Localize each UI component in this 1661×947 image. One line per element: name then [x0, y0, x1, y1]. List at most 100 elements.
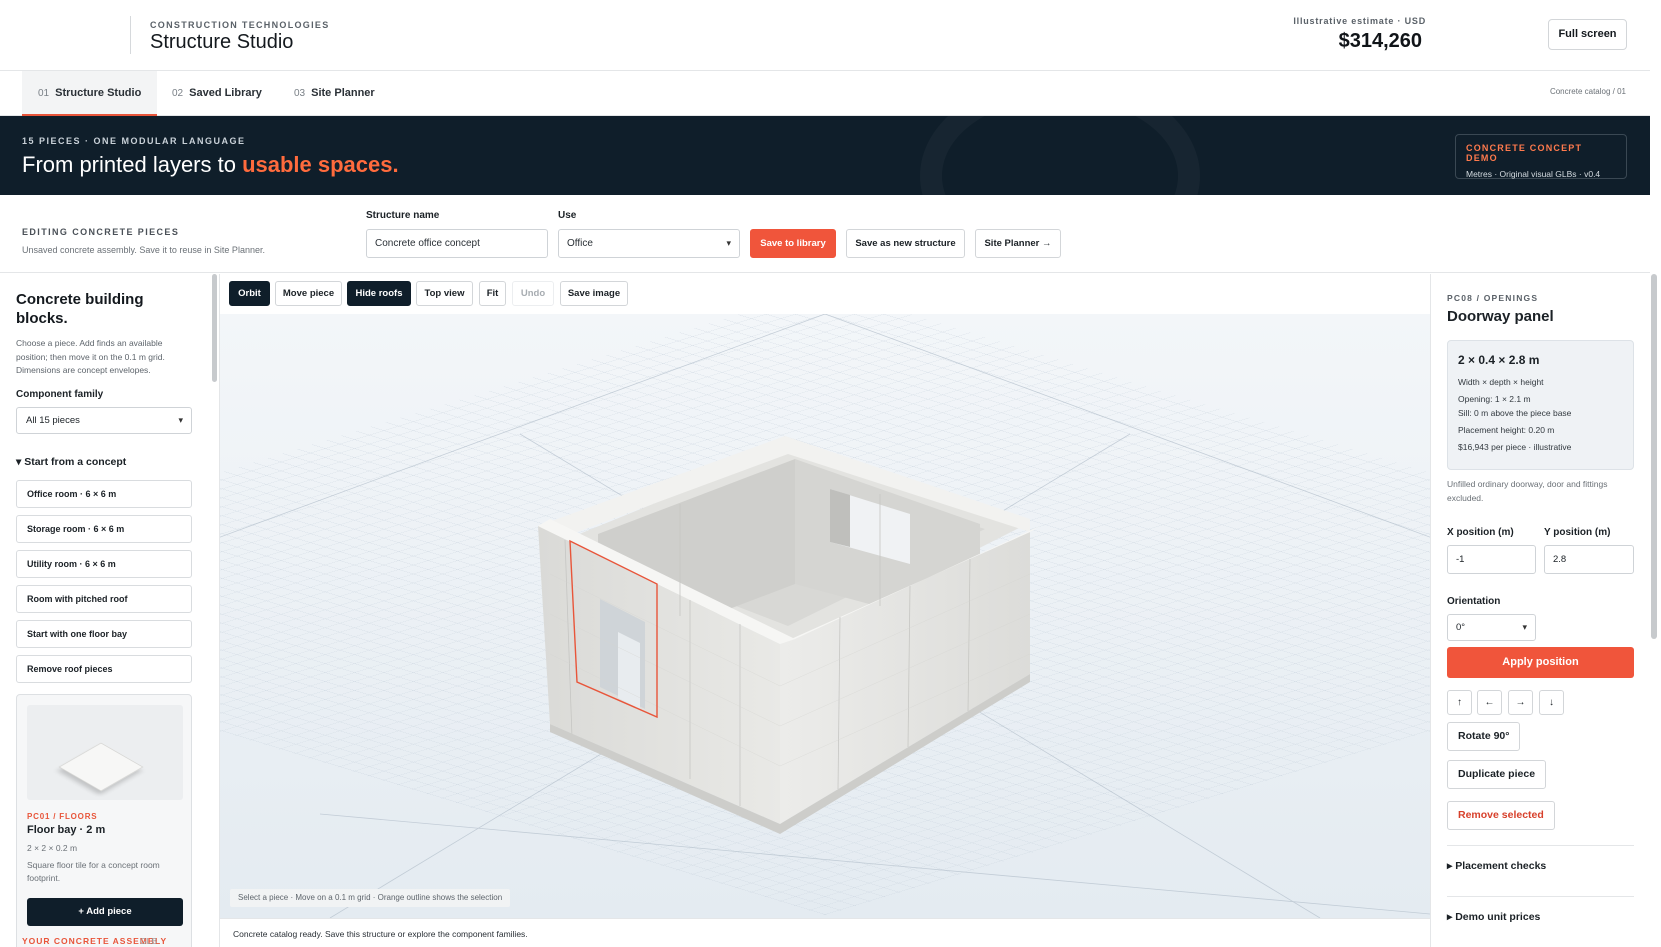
sidebar-scrollbar[interactable] — [212, 274, 217, 382]
divider — [1447, 896, 1634, 897]
edit-status: Unsaved concrete assembly. Save it to re… — [22, 245, 265, 255]
inspector-note: Unfilled ordinary doorway, door and fitt… — [1447, 479, 1608, 503]
nudge-right-icon[interactable]: → — [1508, 690, 1533, 715]
sidebar-title: Concrete building blocks. — [16, 291, 144, 327]
x-position-label: X position (m) — [1447, 527, 1514, 538]
save-to-library-button[interactable]: Save to library — [750, 229, 836, 258]
orientation-label: Orientation — [1447, 596, 1501, 607]
save-as-new-button[interactable]: Save as new structure — [846, 229, 965, 258]
nudge-down-icon[interactable]: ↓ — [1539, 690, 1564, 715]
tab-label: Structure Studio — [55, 87, 142, 99]
apply-position-button[interactable]: Apply position — [1447, 647, 1634, 678]
component-family-label: Component family — [16, 389, 104, 400]
top-bar: CONSTRUCTION TECHNOLOGIES Structure Stud… — [0, 0, 1650, 71]
spec-dimensions: 2 × 0.4 × 2.8 m — [1458, 353, 1540, 367]
fullscreen-button[interactable]: Full screen — [1548, 19, 1627, 50]
hero-title: From printed layers to usable spaces. — [22, 152, 399, 178]
concept-office-room[interactable]: Office room · 6 × 6 m — [16, 480, 192, 508]
app-title: Structure Studio — [150, 31, 294, 53]
piece-description: Square floor tile for a concept room foo… — [27, 860, 160, 883]
tab-number: 03 — [294, 88, 306, 99]
hero-title-accent: usable spaces. — [242, 152, 399, 177]
brand-divider — [130, 16, 131, 54]
concept-pitched-roof[interactable]: Room with pitched roof — [16, 585, 192, 613]
piece-dimensions: 2 × 2 × 0.2 m — [27, 843, 78, 853]
concept-utility-room[interactable]: Utility room · 6 × 6 m — [16, 550, 192, 578]
component-family-value: All 15 pieces — [26, 415, 80, 426]
tab-structure-studio[interactable]: 01 Structure Studio — [22, 71, 158, 116]
concept-one-floor-bay[interactable]: Start with one floor bay — [16, 620, 192, 648]
x-position-input[interactable]: -1 — [1447, 545, 1536, 574]
spec-line: Sill: 0 m above the piece base — [1458, 408, 1572, 418]
y-position-label: Y position (m) — [1544, 527, 1611, 538]
hide-roofs-button[interactable]: Hide roofs — [347, 281, 411, 306]
move-piece-button[interactable]: Move piece — [275, 281, 342, 306]
piece-card: PC01 / FLOORS Floor bay · 2 m 2 × 2 × 0.… — [16, 694, 192, 947]
demo-badge: CONCRETE CONCEPT DEMO Metres · Original … — [1455, 134, 1627, 179]
piece-title: Floor bay · 2 m — [27, 824, 106, 836]
use-select[interactable]: Office ▾ — [558, 229, 740, 258]
tab-site-planner[interactable]: 03 Site Planner — [294, 71, 375, 116]
save-image-button[interactable]: Save image — [560, 281, 628, 306]
edit-bar: EDITING CONCRETE PIECES Unsaved concrete… — [0, 195, 1650, 273]
status-bar: Concrete catalog ready. Save this struct… — [220, 918, 1430, 947]
duplicate-piece-button[interactable]: Duplicate piece — [1447, 760, 1547, 789]
hero-ring-decoration — [920, 116, 1200, 195]
orientation-value: 0° — [1456, 622, 1466, 633]
orientation-select[interactable]: 0° ▾ — [1447, 614, 1536, 641]
inspector-category: PC08 / OPENINGS — [1447, 293, 1539, 303]
assembly-footer-glb: GLB — [140, 936, 158, 946]
nudge-left-icon[interactable]: ← — [1477, 690, 1502, 715]
fit-button[interactable]: Fit — [479, 281, 506, 306]
spec-line: Opening: 1 × 2.1 m — [1458, 394, 1531, 404]
component-family-select[interactable]: All 15 pieces ▾ — [16, 407, 192, 434]
undo-button[interactable]: Undo — [512, 281, 554, 306]
3d-viewport[interactable] — [220, 314, 1430, 918]
inspector-scrollbar[interactable] — [1651, 274, 1657, 639]
hero-banner: 15 PIECES · ONE MODULAR LANGUAGE From pr… — [0, 116, 1650, 195]
add-piece-button[interactable]: + Add piece — [27, 898, 183, 926]
y-position-input[interactable]: 2.8 — [1544, 545, 1634, 574]
structure-name-label: Structure name — [366, 210, 440, 221]
brand-eyebrow: CONSTRUCTION TECHNOLOGIES — [150, 20, 330, 30]
demo-badge-subtitle: Metres · Original visual GLBs · v0.4 — [1466, 169, 1601, 179]
inspector-panel: PC08 / OPENINGS Doorway panel 2 × 0.4 × … — [1430, 274, 1650, 947]
sidebar-description: Choose a piece. Add finds an available p… — [16, 338, 165, 375]
spec-line: Placement height: 0.20 m — [1458, 425, 1555, 435]
tab-number: 02 — [172, 88, 184, 99]
spec-box: 2 × 0.4 × 2.8 m Width × depth × height O… — [1447, 340, 1634, 470]
viewport-scene[interactable] — [220, 314, 1430, 918]
top-view-button[interactable]: Top view — [416, 281, 473, 306]
floor-bay-preview-image — [27, 705, 183, 800]
concept-remove-roof[interactable]: Remove roof pieces — [16, 655, 192, 683]
divider — [1447, 845, 1634, 846]
viewport-hint: Select a piece · Move on a 0.1 m grid · … — [230, 889, 511, 907]
concept-storage-room[interactable]: Storage room · 6 × 6 m — [16, 515, 192, 543]
demo-unit-prices-toggle[interactable]: ▸ Demo unit prices — [1447, 911, 1540, 923]
demo-badge-title: CONCRETE CONCEPT DEMO — [1466, 143, 1583, 163]
placement-checks-toggle[interactable]: ▸ Placement checks — [1447, 860, 1546, 872]
tab-label: Saved Library — [189, 87, 262, 99]
use-label: Use — [558, 210, 577, 221]
nudge-up-icon[interactable]: ↑ — [1447, 690, 1472, 715]
rotate-button[interactable]: Rotate 90° — [1447, 722, 1521, 751]
catalog-reference: Concrete catalog / 01 — [1549, 87, 1626, 96]
site-planner-button[interactable]: Site Planner → — [975, 229, 1061, 258]
spec-line: Width × depth × height — [1458, 377, 1544, 387]
component-sidebar: Concrete building blocks. Choose a piece… — [0, 274, 220, 947]
hero-eyebrow: 15 PIECES · ONE MODULAR LANGUAGE — [22, 136, 246, 146]
structure-name-input[interactable]: Concrete office concept — [366, 229, 548, 258]
use-select-value: Office — [567, 238, 593, 249]
status-message: Concrete catalog ready. Save this struct… — [233, 929, 528, 939]
spec-price: $16,943 per piece · illustrative — [1458, 442, 1572, 452]
chevron-down-icon: ▾ — [1522, 622, 1527, 632]
chevron-down-icon: ▾ — [726, 238, 731, 248]
estimate-value: $314,260 — [1338, 30, 1422, 52]
hero-title-plain: From printed layers to — [22, 152, 243, 177]
remove-selected-button[interactable]: Remove selected — [1447, 801, 1555, 830]
orbit-button[interactable]: Orbit — [229, 281, 270, 306]
chevron-down-icon: ▾ — [178, 415, 183, 425]
concept-section-toggle[interactable]: ▾ Start from a concept — [16, 456, 126, 468]
tab-saved-library[interactable]: 02 Saved Library — [172, 71, 262, 116]
tab-label: Site Planner — [311, 87, 375, 99]
